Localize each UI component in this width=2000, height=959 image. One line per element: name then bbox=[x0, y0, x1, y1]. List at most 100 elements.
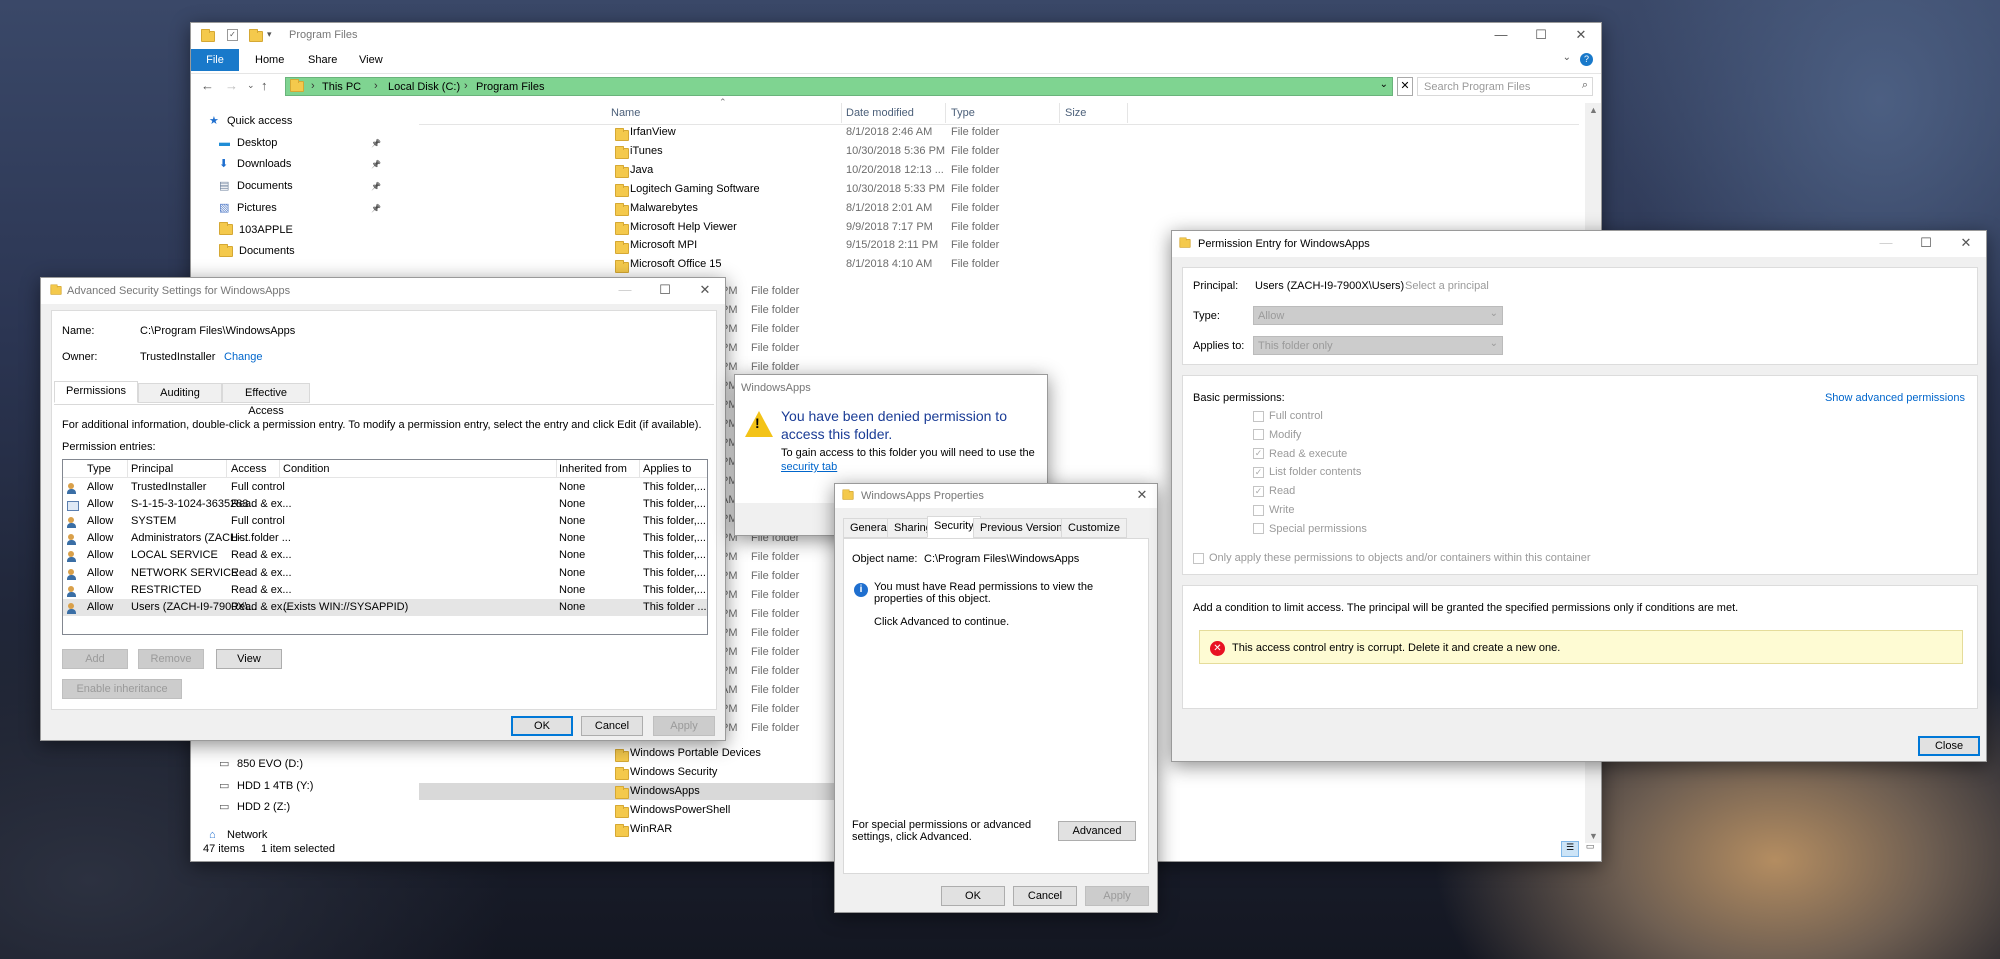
pin-icon[interactable]: 📌 bbox=[371, 200, 381, 217]
col-type[interactable]: Type bbox=[87, 463, 111, 475]
sidebar-item[interactable]: ▧ Pictures 📌 bbox=[219, 200, 381, 217]
sidebar-item[interactable]: Documents bbox=[219, 243, 381, 260]
apply-button[interactable]: Apply bbox=[1085, 886, 1149, 906]
file-row[interactable]: Malwarebytes 8/1/2018 2:01 AM File folder bbox=[419, 200, 1119, 217]
permission-checkbox-row[interactable]: ✓ Read bbox=[1253, 483, 1553, 500]
permission-entry-row[interactable]: Allow SYSTEM Full control None This folder,.… bbox=[63, 513, 707, 530]
type-select[interactable]: Allow ⌄ bbox=[1253, 306, 1503, 325]
file-row-partial[interactable]: PMFile folder bbox=[721, 340, 861, 357]
sidebar-item[interactable]: ▭ 850 EVO (D:) bbox=[219, 756, 381, 773]
ok-button[interactable]: OK bbox=[511, 716, 573, 736]
close-button[interactable]: ✕ bbox=[1946, 231, 1986, 255]
tab-auditing[interactable]: Auditing bbox=[138, 383, 222, 403]
file-row[interactable]: Logitech Gaming Software 10/30/2018 5:33 … bbox=[419, 181, 1119, 198]
ribbon-view-tab[interactable]: View bbox=[359, 54, 383, 66]
tab-permissions[interactable]: Permissions bbox=[54, 381, 138, 403]
file-row[interactable]: Microsoft MPI 9/15/2018 2:11 PM File folde… bbox=[419, 237, 1119, 254]
change-owner-link[interactable]: Change bbox=[224, 351, 263, 363]
up-icon[interactable]: ↑ bbox=[261, 78, 268, 93]
security-tab-link[interactable]: security tab bbox=[781, 461, 837, 473]
column-type[interactable]: Type bbox=[951, 107, 975, 119]
properties-quick-icon[interactable]: ✓ bbox=[227, 29, 238, 41]
add-button[interactable]: Add bbox=[62, 649, 128, 669]
ok-button[interactable]: OK bbox=[941, 886, 1005, 906]
enable-inheritance-button[interactable]: Enable inheritance bbox=[62, 679, 182, 699]
breadcrumb-this-pc[interactable]: This PC bbox=[322, 81, 361, 93]
pin-icon[interactable]: 📌 bbox=[371, 156, 381, 173]
sidebar-item[interactable]: ⬇ Downloads 📌 bbox=[219, 156, 381, 173]
permission-entry-row[interactable]: Allow TrustedInstaller Full control None Thi… bbox=[63, 479, 707, 496]
close-button[interactable]: ✕ bbox=[1561, 23, 1601, 47]
view-button[interactable]: View bbox=[216, 649, 282, 669]
clear-address-icon[interactable]: ✕ bbox=[1397, 77, 1413, 96]
sidebar-item[interactable]: ▭ HDD 1 4TB (Y:) bbox=[219, 778, 381, 795]
minimize-button[interactable]: — bbox=[1481, 23, 1521, 47]
col-access[interactable]: Access bbox=[231, 463, 266, 475]
forward-icon[interactable]: → bbox=[225, 78, 238, 93]
maximize-button[interactable]: ☐ bbox=[1906, 231, 1946, 255]
checkbox[interactable] bbox=[1253, 429, 1264, 441]
col-condition[interactable]: Condition bbox=[283, 463, 329, 475]
checkbox[interactable] bbox=[1253, 504, 1264, 516]
breadcrumb-local-disk[interactable]: Local Disk (C:) bbox=[388, 81, 460, 93]
col-inherited-from[interactable]: Inherited from bbox=[559, 463, 627, 475]
new-folder-quick-icon[interactable] bbox=[249, 28, 263, 42]
recent-locations-icon[interactable]: ⌄ bbox=[247, 80, 255, 91]
apply-button[interactable]: Apply bbox=[653, 716, 715, 736]
applies-to-select[interactable]: This folder only ⌄ bbox=[1253, 336, 1503, 355]
maximize-button[interactable]: ☐ bbox=[645, 278, 685, 302]
column-date-modified[interactable]: Date modified bbox=[846, 107, 914, 119]
address-dropdown-icon[interactable]: ⌄ bbox=[1380, 79, 1388, 90]
sidebar-item[interactable]: ▭ HDD 2 (Z:) bbox=[219, 799, 381, 816]
pin-icon[interactable]: 📌 bbox=[371, 135, 381, 152]
file-row[interactable]: Microsoft Office 15 8/1/2018 4:10 AM File … bbox=[419, 256, 1119, 273]
sidebar-item[interactable]: ▬ Desktop 📌 bbox=[219, 135, 381, 152]
checkbox[interactable] bbox=[1253, 410, 1264, 422]
breadcrumb-program-files[interactable]: Program Files bbox=[476, 81, 544, 93]
file-row[interactable]: iTunes 10/30/2018 5:36 PM File folder bbox=[419, 143, 1119, 160]
details-view-icon[interactable]: ☰ bbox=[1561, 841, 1579, 857]
sidebar-item[interactable]: ★ Quick access bbox=[209, 113, 381, 130]
file-row-partial[interactable]: PMFile folder bbox=[721, 283, 861, 300]
permission-entry-row[interactable]: Allow Administrators (ZACH-... List folder… bbox=[63, 530, 707, 547]
minimize-button[interactable]: — bbox=[1866, 231, 1906, 255]
scroll-up-icon[interactable]: ▲ bbox=[1589, 105, 1598, 115]
sidebar-item[interactable]: ▤ Documents 📌 bbox=[219, 178, 381, 195]
close-button[interactable]: ✕ bbox=[1127, 484, 1157, 506]
expand-ribbon-icon[interactable]: ⌄ bbox=[1563, 52, 1571, 63]
select-principal-link[interactable]: Select a principal bbox=[1405, 280, 1489, 292]
address-bar[interactable]: › This PC › Local Disk (C:) › Program Fi… bbox=[285, 77, 1393, 96]
permission-entry-row[interactable]: Allow Users (ZACH-I9-7900X\... Read & ex..… bbox=[63, 598, 707, 616]
help-icon[interactable]: ? bbox=[1580, 53, 1593, 66]
col-applies-to[interactable]: Applies to bbox=[643, 463, 691, 475]
file-row[interactable]: Java 10/20/2018 12:13 ... File folder bbox=[419, 162, 1119, 179]
close-dialog-button[interactable]: Close bbox=[1918, 736, 1980, 756]
ribbon-file-tab[interactable]: File bbox=[191, 49, 239, 71]
file-row[interactable]: Microsoft Help Viewer 9/9/2018 7:17 PM Fil… bbox=[419, 219, 1119, 236]
permission-checkbox-row[interactable]: Write bbox=[1253, 502, 1553, 519]
tab-effective-access[interactable]: Effective Access bbox=[222, 383, 310, 417]
cancel-button[interactable]: Cancel bbox=[581, 716, 643, 736]
permission-checkbox-row[interactable]: Modify bbox=[1253, 427, 1553, 444]
file-row[interactable]: IrfanView 8/1/2018 2:46 AM File folder bbox=[419, 124, 1119, 141]
customize-quick-access-icon[interactable]: ▾ bbox=[267, 29, 272, 40]
permission-checkbox-row[interactable]: Full control bbox=[1253, 408, 1553, 425]
tab-previous-versions[interactable]: Previous Versions bbox=[973, 518, 1076, 538]
permission-entry-row[interactable]: Allow S-1-15-3-1024-3635283... Read & ex..… bbox=[63, 496, 707, 513]
advanced-button[interactable]: Advanced bbox=[1058, 821, 1136, 841]
close-button[interactable]: ✕ bbox=[685, 278, 725, 302]
sidebar-item[interactable]: 103APPLE bbox=[219, 222, 381, 239]
col-principal[interactable]: Principal bbox=[131, 463, 173, 475]
large-icons-view-icon[interactable]: ▭ bbox=[1581, 841, 1599, 857]
maximize-button[interactable]: ☐ bbox=[1521, 23, 1561, 47]
checkbox[interactable] bbox=[1253, 523, 1264, 535]
only-apply-checkbox[interactable]: Only apply these permissions to objects … bbox=[1193, 552, 1591, 564]
checkbox[interactable]: ✓ bbox=[1253, 485, 1264, 497]
permission-checkbox-row[interactable]: ✓ List folder contents bbox=[1253, 464, 1553, 481]
minimize-button[interactable]: — bbox=[605, 278, 645, 302]
permission-entry-row[interactable]: Allow NETWORK SERVICE Read & ex... None This… bbox=[63, 565, 707, 582]
permission-entry-row[interactable]: Allow LOCAL SERVICE Read & ex... None This f… bbox=[63, 547, 707, 564]
checkbox[interactable]: ✓ bbox=[1253, 448, 1264, 460]
file-row-partial[interactable]: PMFile folder bbox=[721, 321, 861, 338]
column-size[interactable]: Size bbox=[1065, 107, 1086, 119]
